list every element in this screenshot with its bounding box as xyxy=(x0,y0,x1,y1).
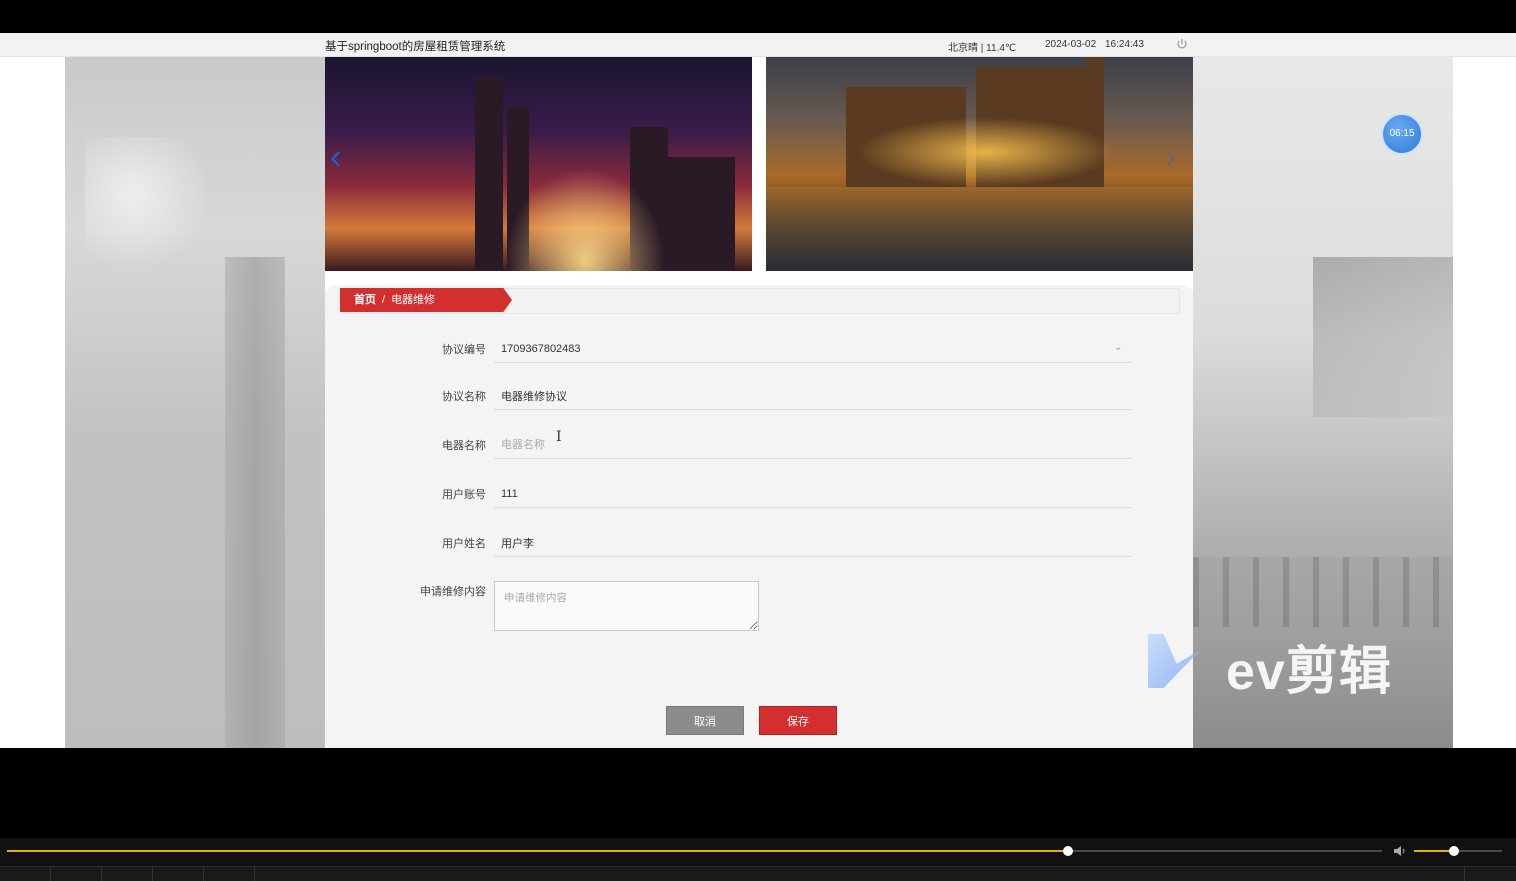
agreement-name-input[interactable] xyxy=(494,382,1132,410)
breadcrumb-current: 电器维修 xyxy=(391,294,436,306)
field-repair-content: 申请维修内容 xyxy=(325,581,1193,633)
agreement-name-label: 协议名称 xyxy=(442,391,486,403)
field-user-account: 用户账号 xyxy=(325,480,1193,510)
progress-knob[interactable] xyxy=(1063,846,1074,856)
time-text: 16:24:43 xyxy=(1105,39,1144,50)
timer-badge[interactable]: 06:15 xyxy=(1381,113,1423,155)
carousel-slide-city[interactable] xyxy=(325,57,752,271)
carousel-slide-canal[interactable] xyxy=(766,57,1193,271)
watermark-text: ev剪辑 xyxy=(1226,643,1392,701)
weather-text: 北京晴 | 11.4℃ xyxy=(948,43,1017,54)
breadcrumb-separator: / xyxy=(382,294,386,306)
watermark: ev剪辑 xyxy=(1148,629,1438,701)
date-text: 2024-03-02 xyxy=(1045,39,1097,50)
top-bar: 基于springboot的房屋租赁管理系统 北京晴 | 11.4℃ 2024-0… xyxy=(0,33,1516,57)
progress-fill xyxy=(7,850,1069,852)
power-icon[interactable] xyxy=(1176,38,1188,50)
volume-knob[interactable] xyxy=(1448,846,1459,856)
repair-content-label: 申请维修内容 xyxy=(420,586,486,598)
page-viewport: 06:15 ‹ › 首页 / 电器维修 协议编号 ⌄ 协议名称 电器名称 xyxy=(0,57,1516,748)
breadcrumb: 首页 / 电器维修 xyxy=(340,288,512,312)
save-button[interactable]: 保存 xyxy=(759,706,837,735)
agreement-no-label: 协议编号 xyxy=(442,344,486,356)
repair-content-textarea[interactable] xyxy=(494,581,759,631)
app-title: 基于springboot的房屋租赁管理系统 xyxy=(325,41,506,53)
volume-slider[interactable] xyxy=(1414,846,1502,856)
progress-slider[interactable] xyxy=(7,846,1382,856)
agreement-no-select[interactable] xyxy=(494,335,1132,363)
watermark-logo-icon xyxy=(1148,634,1200,688)
field-user-name: 用户姓名 xyxy=(325,529,1193,559)
volume-fill xyxy=(1414,850,1454,852)
field-appliance-name: 电器名称 xyxy=(325,431,1193,461)
repair-form-panel: 首页 / 电器维修 协议编号 ⌄ 协议名称 电器名称 用户账号 用户姓名 申请维修内… xyxy=(325,285,1193,748)
carousel-next-icon[interactable]: › xyxy=(1165,137,1187,177)
breadcrumb-home[interactable]: 首页 xyxy=(354,288,376,312)
user-name-label: 用户姓名 xyxy=(442,538,486,550)
user-account-label: 用户账号 xyxy=(442,489,486,501)
user-account-input[interactable] xyxy=(494,480,1132,508)
volume-icon[interactable] xyxy=(1392,843,1408,859)
appliance-name-label: 电器名称 xyxy=(442,440,486,452)
field-agreement-name: 协议名称 xyxy=(325,382,1193,412)
player-bottom-strip xyxy=(0,866,1516,881)
cancel-button[interactable]: 取消 xyxy=(666,706,744,735)
chevron-down-icon[interactable]: ⌄ xyxy=(1114,342,1122,353)
background-left-decor xyxy=(65,57,325,748)
carousel-prev-icon[interactable]: ‹ xyxy=(330,137,352,177)
text-cursor-icon: I xyxy=(556,429,562,445)
video-player-bar xyxy=(0,838,1516,881)
appliance-name-input[interactable] xyxy=(494,431,1132,459)
user-name-input[interactable] xyxy=(494,529,1132,557)
field-agreement-no: 协议编号 ⌄ xyxy=(325,335,1193,365)
